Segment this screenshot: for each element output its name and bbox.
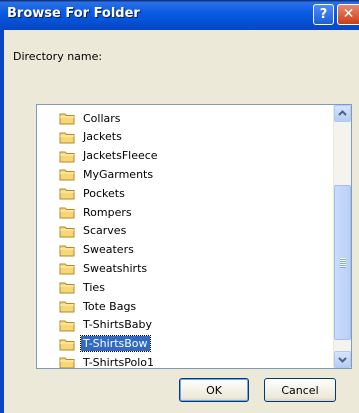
folder-tree[interactable]: Collars Jackets JacketsFleece MyGarments Poc…	[36, 104, 352, 369]
folder-item[interactable]: Pockets	[59, 184, 127, 202]
folder-label: Collars	[83, 111, 121, 125]
folder-item[interactable]: Sweatshirts	[59, 259, 149, 277]
folder-item[interactable]: Jackets	[59, 128, 124, 146]
folder-icon	[59, 188, 75, 200]
folder-label: Sweaters	[83, 243, 134, 257]
scroll-up-button[interactable]	[334, 105, 351, 122]
folder-label: Jackets	[83, 130, 122, 144]
grip-icon	[340, 258, 346, 268]
folder-icon	[59, 169, 75, 181]
folder-label: Rompers	[83, 205, 132, 219]
folder-icon	[59, 207, 75, 219]
folder-icon	[59, 113, 75, 125]
folder-label: JacketsFleece	[83, 149, 158, 163]
window-title: Browse For Folder	[7, 6, 140, 21]
cancel-button[interactable]: Cancel	[264, 378, 336, 402]
folder-item[interactable]: MyGarments	[59, 165, 155, 183]
scroll-down-button[interactable]	[334, 351, 351, 368]
folder-label: T-ShirtsPolo1	[83, 355, 155, 369]
title-bar[interactable]: Browse For Folder ? ✕	[0, 0, 359, 30]
folder-item[interactable]: Tote Bags	[59, 297, 138, 315]
folder-icon	[59, 357, 75, 368]
help-button[interactable]: ?	[313, 4, 334, 25]
close-button[interactable]: ✕	[337, 4, 359, 25]
chevron-down-icon	[338, 357, 347, 363]
folder-icon	[59, 301, 75, 313]
folder-icon	[59, 151, 75, 163]
folder-item[interactable]: Scarves	[59, 222, 128, 240]
folder-icon	[59, 282, 75, 294]
vertical-scrollbar[interactable]	[333, 105, 351, 368]
chevron-up-icon	[338, 110, 347, 116]
ok-button[interactable]: OK	[179, 378, 249, 402]
folder-item[interactable]: T-ShirtsBow	[59, 335, 151, 353]
folder-icon	[59, 320, 75, 332]
folder-item[interactable]: Sweaters	[59, 241, 136, 259]
folder-icon	[59, 226, 75, 238]
folder-label: MyGarments	[83, 167, 154, 181]
folder-item[interactable]: T-ShirtsPolo1	[59, 353, 156, 369]
folder-label: Tote Bags	[83, 299, 137, 313]
folder-item[interactable]: Collars	[59, 109, 123, 127]
folder-item[interactable]: Ties	[59, 278, 107, 296]
folder-item[interactable]: Rompers	[59, 203, 134, 221]
folder-label: Pockets	[83, 186, 125, 200]
folder-label: T-ShirtsBaby	[83, 318, 153, 332]
folder-label: Ties	[83, 280, 105, 294]
folder-label: Scarves	[83, 224, 127, 238]
directory-name-label: Directory name:	[13, 50, 103, 63]
folder-label: Sweatshirts	[83, 261, 148, 275]
folder-icon	[59, 263, 75, 275]
folder-label: T-ShirtsBow	[80, 335, 151, 353]
folder-icon	[59, 245, 75, 257]
folder-icon	[59, 132, 75, 144]
folder-item[interactable]: JacketsFleece	[59, 147, 160, 165]
folder-item[interactable]: T-ShirtsBaby	[59, 316, 154, 334]
scroll-thumb[interactable]	[334, 185, 351, 340]
folder-icon	[59, 339, 75, 351]
window-frame	[0, 30, 4, 413]
